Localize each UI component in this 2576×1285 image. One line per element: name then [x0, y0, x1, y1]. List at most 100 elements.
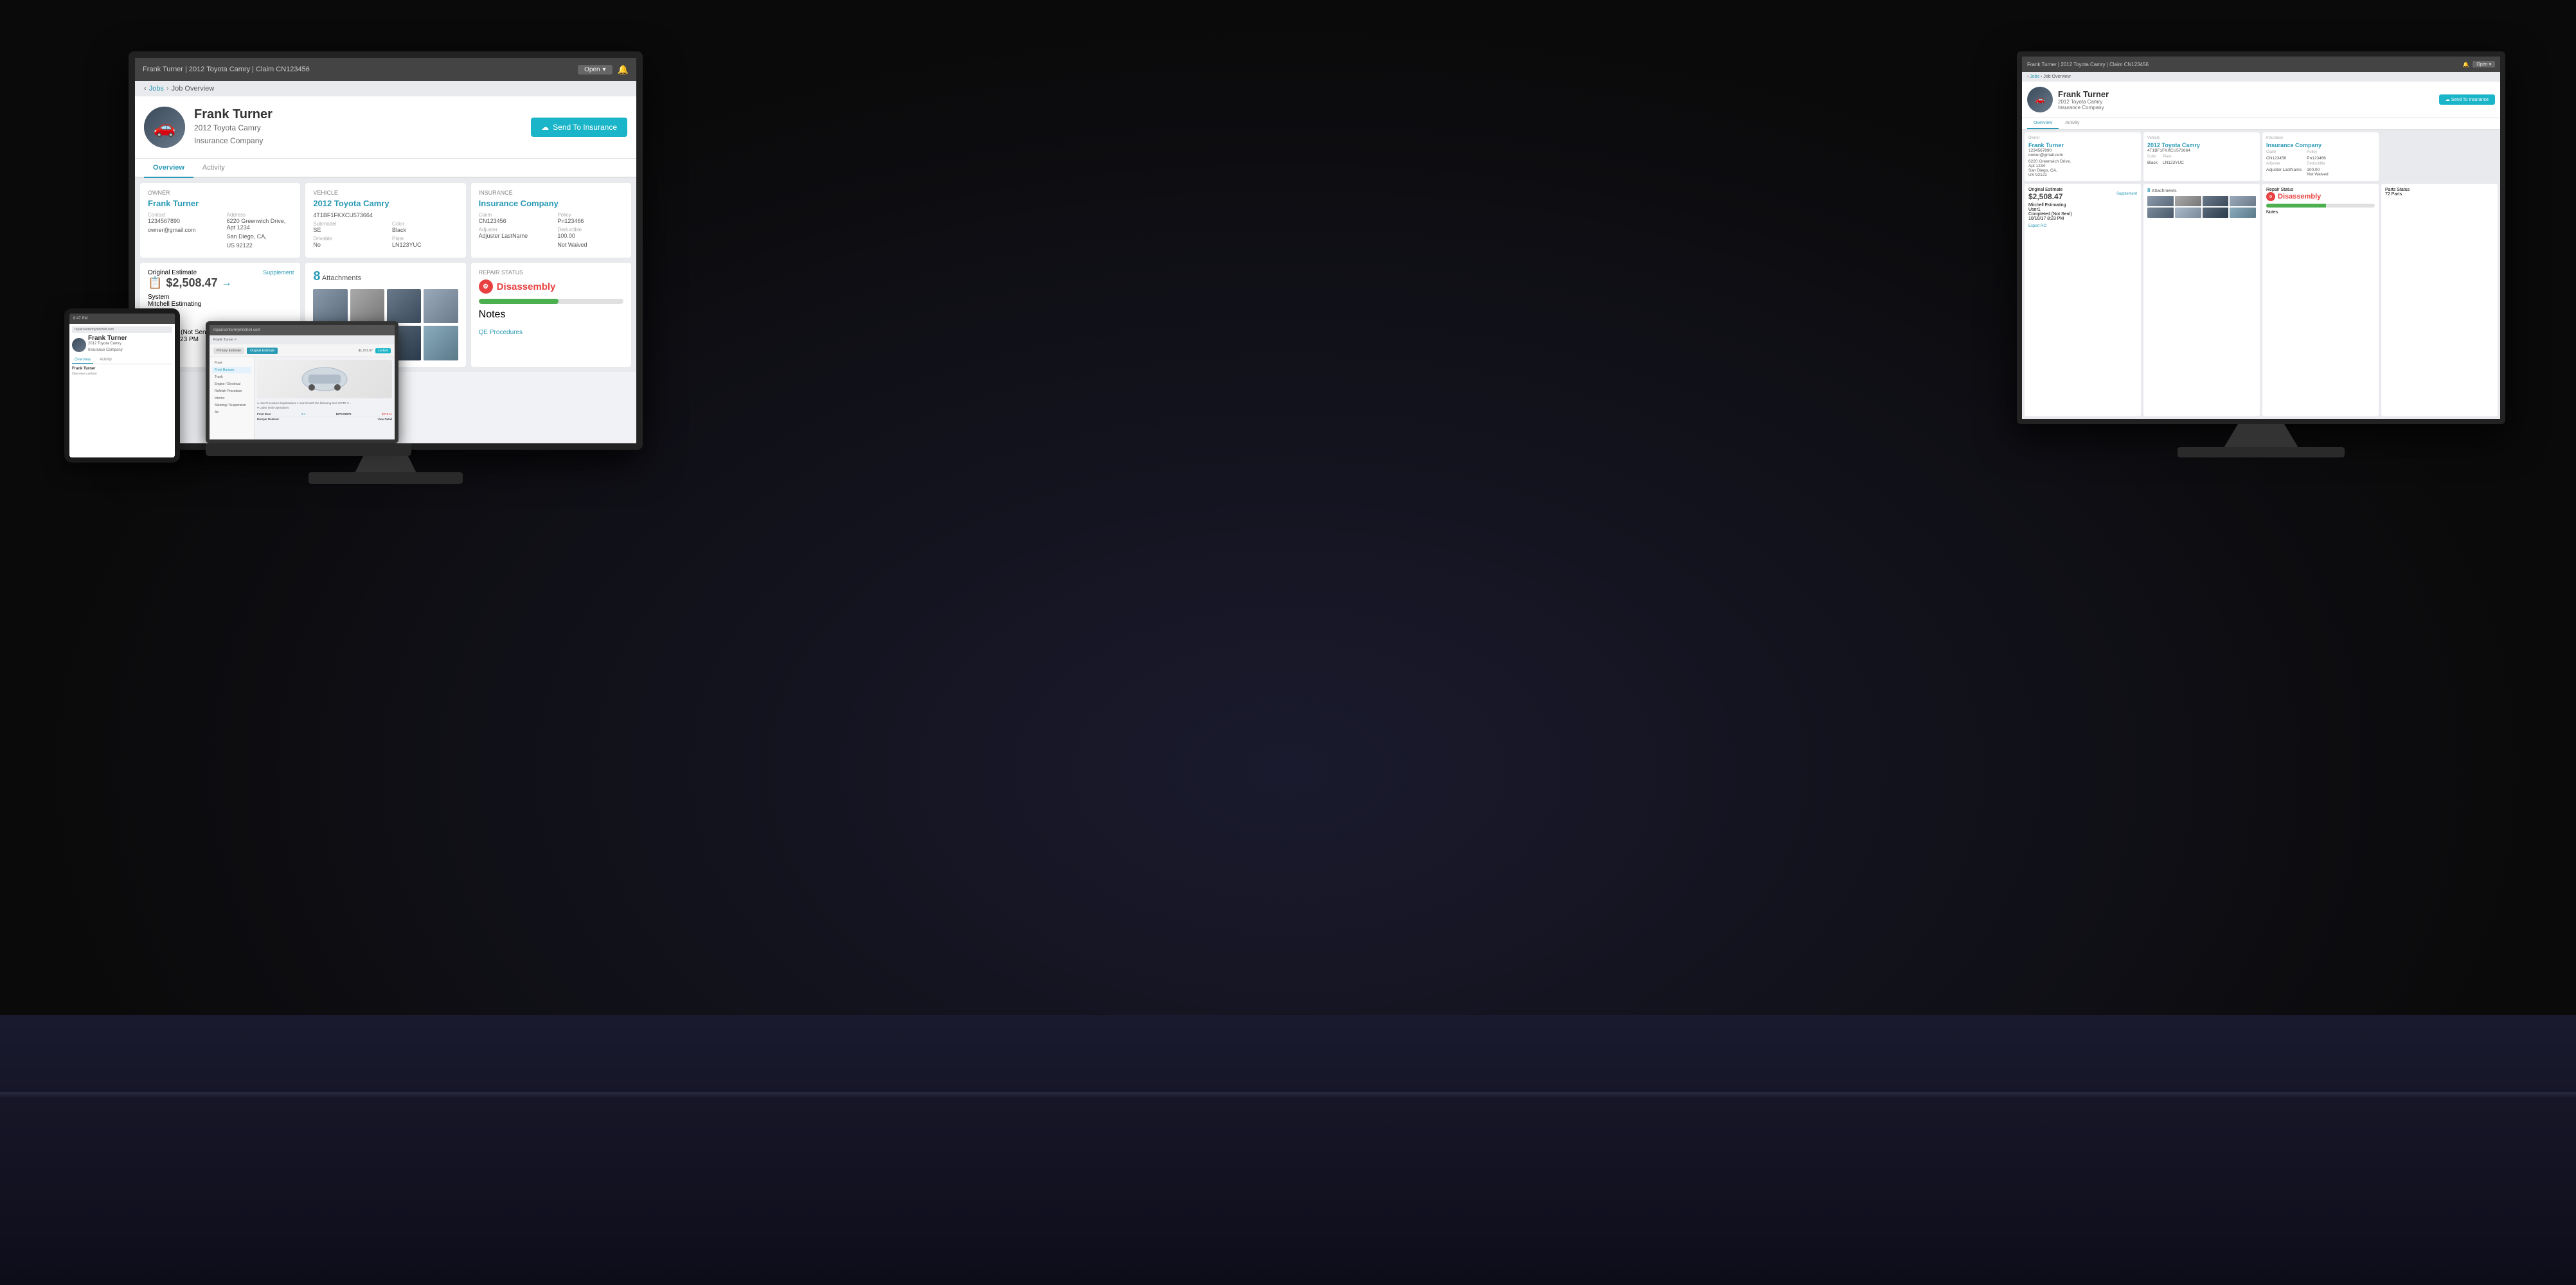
secondary-tab-overview[interactable]: Overview: [2027, 118, 2059, 129]
estimate-value: $2,508.47: [166, 276, 217, 290]
tablet-tab-overview[interactable]: Overview: [72, 357, 93, 364]
sidebar-engine[interactable]: Engine / Electrical: [212, 381, 251, 387]
tablet-device: 8:47 PM repaircentermymitchell.com Frank…: [64, 308, 193, 475]
sc-thumb-1[interactable]: [2147, 196, 2174, 206]
tablet-section-detail: Overview content: [72, 372, 172, 376]
procedures-link[interactable]: QE Procedures: [479, 329, 523, 336]
laptop-body: Front Front Bumper Trunk Engine / Electr…: [210, 357, 395, 439]
secondary-jobs-link[interactable]: Jobs: [2030, 75, 2039, 79]
owner-fields: Contact 1234567890 owner@gmail.com Addre…: [148, 212, 292, 251]
send-to-insurance-button[interactable]: ☁ Send To Insurance: [531, 118, 627, 137]
sc-thumb-3[interactable]: [2203, 196, 2229, 206]
attachment-thumb-8[interactable]: [424, 326, 458, 360]
laptop-locked-btn[interactable]: Locked: [375, 348, 391, 353]
laptop-amount: $1,971.67: [359, 349, 373, 353]
laptop-nav-jobs: Frank Turner ×: [213, 338, 237, 342]
laptop-line-items: Front Door 3.4 $273.09976 $275.11 Bumper…: [257, 412, 392, 421]
secondary-title-text: Frank Turner | 2012 Toyota Camry | Claim…: [2027, 62, 2149, 67]
hero-name: Frank Turner: [194, 107, 522, 122]
secondary-base: [2178, 447, 2345, 457]
tab-activity[interactable]: Activity: [193, 159, 234, 178]
secondary-app: Frank Turner | 2012 Toyota Camry | Claim…: [2022, 57, 2500, 419]
claim-value: CN123456: [479, 218, 545, 224]
secondary-send-btn[interactable]: ☁ Send To Insurance: [2439, 94, 2495, 105]
sc-insurance-title: Insurance: [2266, 136, 2375, 140]
vehicle-fields: Submodel SE Drivable No Color Black Plat…: [313, 221, 458, 251]
secondary-open-btn[interactable]: Open ▾: [2473, 61, 2495, 67]
sc-status: Completed (Not Sent): [2028, 212, 2137, 217]
titlebar: Frank Turner | 2012 Toyota Camry | Claim…: [135, 58, 636, 81]
open-button[interactable]: Open ▾: [578, 65, 613, 75]
sc-notes: Notes: [2266, 210, 2375, 215]
tablet-hero: Frank Turner 2012 Toyota Camry Insurance…: [72, 335, 172, 355]
tablet-tabs: Overview Activity: [72, 357, 172, 364]
sc-thumb-8[interactable]: [2230, 208, 2256, 218]
sc-vehicle-name: 2012 Toyota Camry: [2147, 142, 2256, 148]
attachment-thumb-2[interactable]: [350, 289, 384, 323]
sc-owner-contact: 1234567890: [2028, 148, 2137, 153]
sidebar-steering[interactable]: Steering / Suspension: [212, 402, 251, 409]
cloud-icon: ☁: [541, 123, 549, 132]
sc-parts-count: 72 Parts: [2385, 192, 2494, 197]
plate-label: Plate: [392, 236, 458, 242]
sc-thumb-5[interactable]: [2147, 208, 2174, 218]
color-label: Color: [392, 221, 458, 227]
progress-bar: [479, 299, 623, 304]
submodel-label: Submodel: [313, 221, 379, 227]
tablet-tab-activity[interactable]: Activity: [97, 357, 114, 364]
sidebar-front[interactable]: Front: [212, 360, 251, 366]
laptop-tab-original[interactable]: Original Estimate: [247, 348, 278, 354]
laptop-app: repaircentermymitchell.com Frank Turner …: [210, 325, 395, 439]
secondary-stand: [2223, 424, 2300, 450]
tabs-bar: Overview Activity: [135, 159, 636, 178]
secondary-estimate-card: Original Estimate Supplement $2,508.47 M…: [2025, 184, 2141, 416]
sc-export-link[interactable]: Export RO: [2028, 224, 2046, 228]
sc-owner-name: Frank Turner: [2028, 142, 2137, 148]
sc-supplement[interactable]: Supplement: [2116, 192, 2137, 196]
system-value: Mitchell Estimating: [148, 301, 292, 308]
disassembly-text: Disassembly: [497, 281, 556, 292]
color-value: Black: [392, 227, 458, 233]
sc-thumb-2[interactable]: [2175, 196, 2201, 206]
sc-progress-fill: [2266, 204, 2326, 208]
sidebar-front-bumper[interactable]: Front Bumper: [212, 367, 251, 373]
laptop-tab-primary[interactable]: Primary Estimate: [213, 348, 244, 354]
sc-thumb-4[interactable]: [2230, 196, 2256, 206]
secondary-tab-activity[interactable]: Activity: [2059, 118, 2086, 129]
attachments-count: 8: [313, 269, 320, 283]
jobs-link[interactable]: Jobs: [149, 85, 164, 93]
laptop-keyboard: [206, 443, 411, 456]
submodel-value: SE: [313, 227, 379, 233]
address-value: 6220 Greenwich Drive, Apt 1234: [227, 218, 293, 231]
laptop-titlebar: repaircentermymitchell.com: [210, 325, 395, 335]
line-item-front-door: Front Door 3.4 $273.09976 $275.11: [257, 412, 392, 417]
owner-card: Owner Frank Turner Contact 1234567890 ow…: [140, 183, 300, 258]
procedures-section: QE Procedures: [479, 326, 623, 337]
sidebar-interior[interactable]: Interior: [212, 395, 251, 402]
sc-date: 10/10/17 8:23 PM: [2028, 217, 2137, 221]
sidebar-air[interactable]: Air: [212, 409, 251, 416]
tablet-titlebar: 8:47 PM: [69, 314, 175, 324]
hero-vehicle: 2012 Toyota Camry: [194, 122, 522, 134]
address-label: Address: [227, 212, 293, 218]
secondary-empty-col: [2381, 132, 2498, 181]
laptop-diagram: [257, 360, 392, 398]
laptop-device: repaircentermymitchell.com Frank Turner …: [206, 321, 411, 463]
sc-thumb-7[interactable]: [2203, 208, 2229, 218]
sidebar-trunk[interactable]: Trunk: [212, 374, 251, 380]
sc-progress-bar: [2266, 204, 2375, 208]
attachments-header: 8 Attachments: [313, 269, 458, 284]
sc-thumb-6[interactable]: [2175, 208, 2201, 218]
attachment-thumb-1[interactable]: [313, 289, 347, 323]
breadcrumb-separator: ›: [166, 85, 169, 93]
insurance-card-title: Insurance: [479, 190, 623, 196]
insurance-card: Insurance Insurance Company Claim CN1234…: [471, 183, 631, 258]
attachment-thumb-3[interactable]: [387, 289, 421, 323]
tab-overview[interactable]: Overview: [144, 159, 193, 178]
supplement-link[interactable]: Supplement: [263, 269, 294, 276]
breadcrumb: ‹ Jobs › Job Overview: [135, 81, 636, 96]
attachment-thumb-4[interactable]: [424, 289, 458, 323]
secondary-parts-card: Parts Status 72 Parts: [2381, 184, 2498, 416]
sidebar-refinish[interactable]: Refinish Procedure: [212, 388, 251, 394]
sc-owner-email: owner@gmail.com: [2028, 153, 2137, 157]
